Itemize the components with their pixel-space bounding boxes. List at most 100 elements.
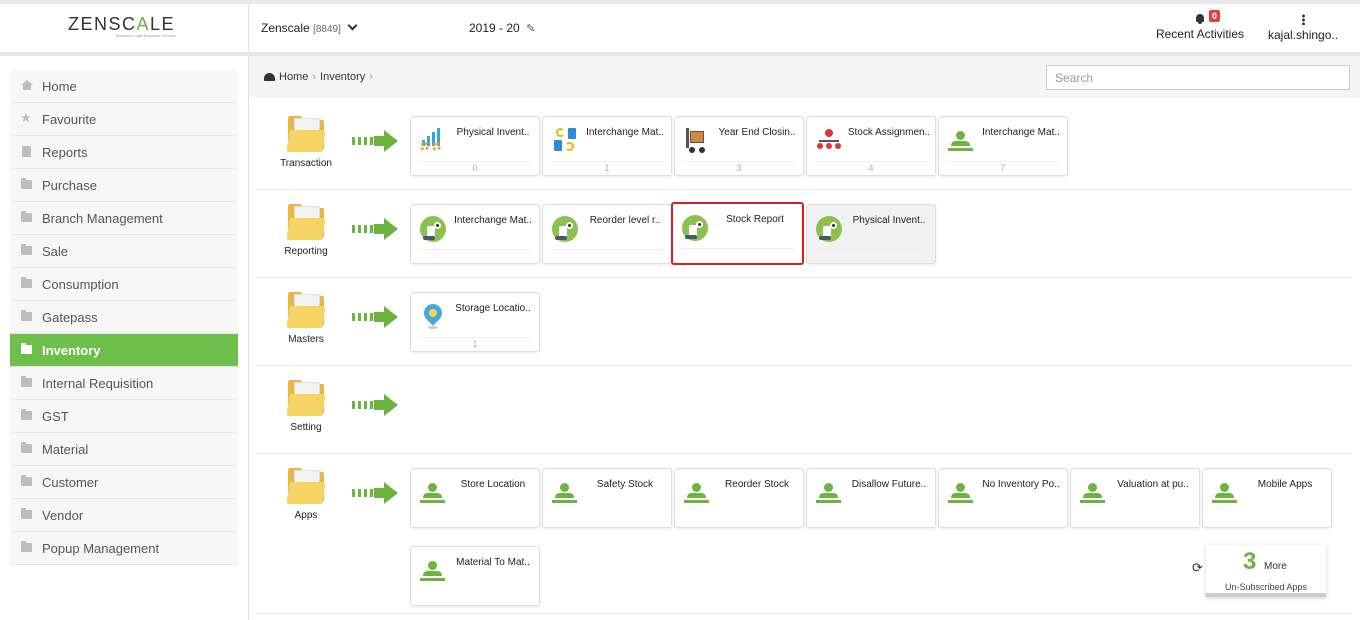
folder-icon bbox=[21, 244, 32, 255]
financial-year-selector[interactable]: 2019 - 20 ✎ bbox=[469, 21, 535, 35]
breadcrumb-home[interactable]: Home bbox=[279, 71, 308, 83]
tile-storage-location[interactable]: Storage Locatio.. 1 bbox=[410, 292, 540, 352]
tile-count: 7 bbox=[1000, 163, 1006, 173]
hierarchy-icon bbox=[816, 128, 842, 154]
chevron-down-icon bbox=[347, 20, 358, 31]
sidebar-item-consumption[interactable]: Consumption bbox=[10, 268, 238, 301]
folder-icon bbox=[21, 178, 32, 189]
category-label: Apps bbox=[294, 510, 318, 521]
app-tile-no-inventory-po[interactable]: No Inventory Po.. bbox=[938, 468, 1068, 528]
category-masters[interactable]: Masters bbox=[278, 292, 334, 345]
tile-physical-inventory-report[interactable]: Physical Invent.. bbox=[806, 204, 936, 264]
tile-physical-inventory[interactable]: Physical Invent.. 0 bbox=[410, 116, 540, 176]
sidebar-item-home[interactable]: Home bbox=[10, 70, 238, 103]
more-apps-button[interactable]: 3 More Un-Subscribed Apps bbox=[1206, 545, 1326, 597]
tile-reorder-level-report[interactable]: Reorder level r.. bbox=[542, 204, 672, 264]
cart-icon bbox=[684, 128, 710, 154]
divider bbox=[947, 161, 1059, 162]
category-label: Reporting bbox=[284, 246, 328, 257]
folder-icon bbox=[21, 508, 32, 519]
divider bbox=[551, 161, 663, 162]
app-tile-mobile-apps[interactable]: Mobile Apps bbox=[1202, 468, 1332, 528]
person-icon bbox=[420, 558, 446, 584]
app-tile-disallow-future[interactable]: Disallow Future.. bbox=[806, 468, 936, 528]
unsubscribed-apps-label: Un-Subscribed Apps bbox=[1224, 582, 1308, 592]
app-tile-safety-stock[interactable]: Safety Stock bbox=[542, 468, 672, 528]
folder-icon bbox=[21, 277, 32, 288]
category-setting[interactable]: Setting bbox=[278, 380, 334, 433]
tile-interchange-material[interactable]: Interchange Mat.. 1 bbox=[542, 116, 672, 176]
sidebar-item-material[interactable]: Material bbox=[10, 433, 238, 466]
report-icon bbox=[682, 215, 708, 241]
sidebar-item-customer[interactable]: Customer bbox=[10, 466, 238, 499]
sidebar-item-internal-requisition[interactable]: Internal Requisition bbox=[10, 367, 238, 400]
section-reporting: Reporting Interchange Mat.. Reorder leve… bbox=[256, 190, 1352, 278]
tile-title: No Inventory Po.. bbox=[982, 479, 1060, 490]
recent-activities-label: Recent Activities bbox=[1155, 27, 1245, 41]
arrow-right-icon bbox=[352, 218, 398, 240]
star-icon: ★ bbox=[20, 110, 32, 125]
sidebar-item-reports[interactable]: Reports bbox=[10, 136, 238, 169]
sidebar-item-label: Inventory bbox=[42, 343, 101, 358]
tile-interchange-material-2[interactable]: Interchange Mat.. 7 bbox=[938, 116, 1068, 176]
sidebar-item-inventory[interactable]: Inventory bbox=[10, 334, 238, 367]
logo-text-prefix: ZENSC bbox=[68, 14, 137, 34]
category-transaction[interactable]: Transaction bbox=[278, 116, 334, 169]
recent-activities-button[interactable]: Recent Activities bbox=[1152, 10, 1248, 41]
tile-count: 1 bbox=[604, 163, 610, 173]
breadcrumb-current[interactable]: Inventory bbox=[320, 71, 365, 83]
dashboard-icon bbox=[264, 73, 275, 81]
sidebar-item-vendor[interactable]: Vendor bbox=[10, 499, 238, 532]
arrow-right-icon bbox=[352, 394, 398, 416]
app-tile-material-to-material[interactable]: Material To Mat.. bbox=[410, 546, 540, 606]
folder-icon bbox=[286, 116, 326, 152]
sidebar-item-label: GST bbox=[42, 409, 69, 424]
more-apps-count: 3 bbox=[1243, 548, 1257, 575]
logo-text-accent: A bbox=[136, 14, 151, 34]
tile-stock-report[interactable]: Stock Report bbox=[671, 202, 804, 265]
sidebar-item-gst[interactable]: GST bbox=[10, 400, 238, 433]
edit-icon[interactable]: ✎ bbox=[526, 23, 535, 35]
folder-icon bbox=[21, 376, 32, 387]
folder-icon bbox=[21, 310, 32, 321]
sidebar-item-label: Branch Management bbox=[42, 211, 163, 226]
company-selector[interactable]: Zenscale [8849] bbox=[261, 20, 358, 35]
refresh-icon[interactable]: ⟳ bbox=[1192, 560, 1203, 576]
category-apps[interactable]: Apps bbox=[278, 468, 334, 521]
sidebar-item-label: Popup Management bbox=[42, 541, 160, 556]
tile-title: Interchange Mat.. bbox=[586, 127, 664, 138]
app-tile-store-location[interactable]: Store Location bbox=[410, 468, 540, 528]
breadcrumb-separator: › bbox=[312, 71, 317, 83]
sidebar-item-label: Sale bbox=[42, 244, 69, 259]
sidebar-item-popup-management[interactable]: Popup Management bbox=[10, 532, 238, 565]
sidebar-item-purchase[interactable]: Purchase bbox=[10, 169, 238, 202]
report-icon bbox=[420, 216, 446, 242]
category-label: Setting bbox=[290, 422, 322, 433]
folder-icon bbox=[286, 204, 326, 240]
report-icon bbox=[816, 216, 842, 242]
user-menu[interactable]: kajal.shingo.. bbox=[1268, 10, 1338, 42]
sidebar-item-gatepass[interactable]: Gatepass bbox=[10, 301, 238, 334]
sidebar-item-branch-management[interactable]: Branch Management bbox=[10, 202, 238, 235]
sidebar-item-favourite[interactable]: ★ Favourite bbox=[10, 103, 238, 136]
breadcrumb-separator: › bbox=[369, 71, 373, 83]
sidebar-item-label: Home bbox=[42, 79, 77, 94]
tile-interchange-material-report[interactable]: Interchange Mat.. bbox=[410, 204, 540, 264]
sidebar-item-sale[interactable]: Sale bbox=[10, 235, 238, 268]
category-reporting[interactable]: Reporting bbox=[278, 204, 334, 257]
app-tile-reorder-stock[interactable]: Reorder Stock bbox=[674, 468, 804, 528]
folder-icon bbox=[286, 468, 326, 504]
zenscale-logo[interactable]: ZENSCALE bbox=[68, 14, 175, 35]
sidebar-item-label: Vendor bbox=[42, 508, 84, 523]
folder-icon bbox=[21, 409, 32, 420]
tile-stock-assignment[interactable]: Stock Assignmen.. 4 bbox=[806, 116, 936, 176]
search-input[interactable] bbox=[1046, 65, 1350, 90]
section-setting: Setting bbox=[256, 366, 1352, 454]
tile-year-end-closing[interactable]: Year End Closin.. 3 bbox=[674, 116, 804, 176]
divider bbox=[419, 249, 531, 250]
location-pin-icon bbox=[420, 300, 446, 330]
home-icon bbox=[21, 80, 33, 90]
app-tile-valuation[interactable]: Valuation at pu.. bbox=[1070, 468, 1200, 528]
person-icon bbox=[684, 480, 710, 506]
tile-title: Stock Report bbox=[726, 214, 784, 225]
